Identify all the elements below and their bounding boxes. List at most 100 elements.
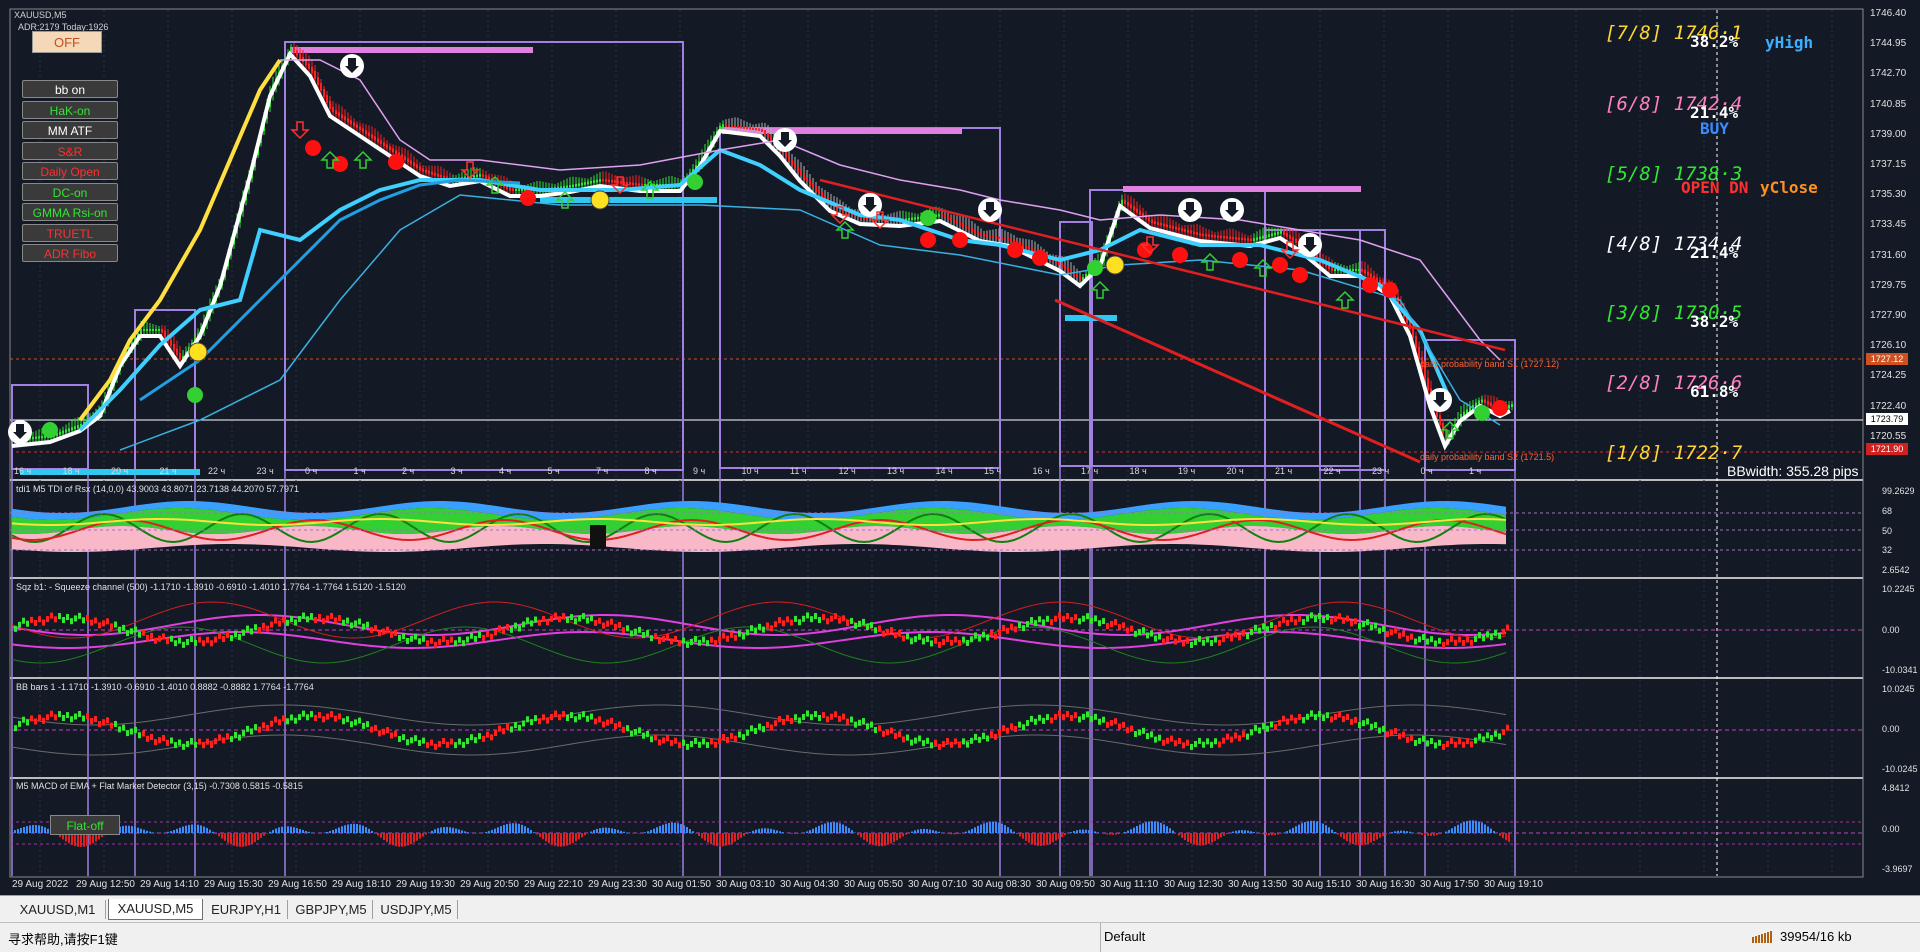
bb-bars-bar [1390,730,1393,736]
chart-tab[interactable]: GBPJPY,M5 [290,900,373,919]
macd-bar [233,833,235,846]
squeeze-histogram-bar [714,640,717,646]
squeeze-histogram-bar [1374,623,1377,629]
chart-tab[interactable]: XAUUSD,M1 [10,900,106,919]
bb-bars-bar [1350,719,1353,725]
candle [1268,234,1270,237]
candle [332,107,334,112]
candle [806,177,808,182]
macd-bar [566,833,568,846]
macd-bar [1016,833,1018,834]
down-arrow-outline-icon [462,162,478,178]
indicator-button[interactable]: DC-on [22,183,118,201]
chart-window[interactable]: XAUUSD,M5 ADR:2179 Today:1926 OFF bb onH… [0,0,1920,895]
macd-bar [281,827,283,833]
indicator-button[interactable]: Daily Open [22,162,118,180]
candle [317,77,319,85]
candle [74,426,76,429]
squeeze-histogram-bar [414,634,417,640]
candle [437,174,439,177]
macd-bar [134,827,136,833]
bb-bars-bar [158,737,161,743]
off-button[interactable]: OFF [32,31,102,53]
chart-tab[interactable]: USDJPY,M5 [375,900,458,919]
bb-bars-bar [722,734,725,740]
macd-bar [1238,830,1240,833]
macd-bar [1490,829,1492,833]
macd-bar [1073,831,1075,833]
squeeze-histogram-bar [306,616,309,622]
candle [1028,247,1030,251]
squeeze-histogram-bar [114,622,117,628]
candle [362,128,364,132]
chart-tab[interactable]: XAUUSD,M5 [108,899,203,920]
flat-off-button[interactable]: Flat-off [50,815,120,835]
macd-bar [227,833,229,843]
bb-bars-bar [1382,726,1385,732]
macd-bar [572,833,574,843]
macd-bar [1142,823,1144,833]
candle [1175,227,1177,230]
macd-bar [890,833,892,844]
squeeze-histogram-bar [1234,631,1237,637]
candle [1232,237,1234,239]
bb-bars-bar [890,728,893,734]
macd-bar [383,833,385,840]
macd-bar [857,833,859,835]
squeeze-histogram-bar [598,618,601,624]
indicator-button[interactable]: MM ATF [22,121,118,139]
squeeze-histogram-bar [1190,642,1193,648]
session-box [720,128,1000,468]
indicator-button[interactable]: TRUETL [22,224,118,242]
macd-bar [1115,833,1117,835]
macd-bar [590,832,592,833]
bb-bars-bar [122,725,125,731]
bb-bars-bar [870,722,873,728]
bb-bars-bar [994,734,997,740]
buy-dot [42,422,58,438]
candle [914,217,916,219]
squeeze-histogram-bar [974,632,977,638]
candle [1274,233,1276,236]
squeeze-histogram-bar [1002,625,1005,631]
indicator-button[interactable]: ADR Fibo [22,244,118,262]
indicator-button[interactable]: GMMA Rsi-on [22,203,118,221]
candle [380,140,382,144]
bb-bars-bar [142,731,145,737]
squeeze-histogram-bar [666,634,669,640]
bb-bars-bar [262,722,265,728]
macd-bar [239,833,241,847]
squeeze-histogram-bar [590,615,593,621]
indicator-button[interactable]: bb on [22,80,118,98]
candle [1412,327,1414,338]
macd-bar [1304,822,1306,833]
candle [1124,200,1126,204]
time-label: 29 Aug 2022 [12,879,68,890]
chart-tab[interactable]: EURJPY,H1 [205,900,288,919]
indicator-button[interactable]: HaK-on [22,101,118,119]
indicator-button[interactable]: S&R [22,142,118,160]
candle [1226,236,1228,238]
squeeze-histogram-bar [866,624,869,630]
bb-bars-bar [250,728,253,734]
macd-bar [578,833,580,839]
bb-bars-bar [1418,738,1421,744]
macd-bar [23,827,25,833]
bb-bars-bar [1222,738,1225,744]
macd-bar [278,827,280,833]
macd-bar [1361,833,1363,845]
candle [143,329,145,331]
squeeze-histogram-bar [1074,614,1077,620]
bb-bars-bar [654,734,657,740]
bb-bars-bar [626,725,629,731]
candle [764,130,766,135]
squeeze-histogram-bar [1414,639,1417,645]
bb-bars-bar [878,725,881,731]
squeeze-histogram-bar [234,631,237,637]
candle [1289,235,1291,239]
squeeze-histogram-bar [1310,612,1313,618]
squeeze-histogram-bar [630,631,633,637]
macd-bar [1283,832,1285,833]
squeeze-histogram-bar [46,616,49,622]
macd-bar [506,824,508,833]
